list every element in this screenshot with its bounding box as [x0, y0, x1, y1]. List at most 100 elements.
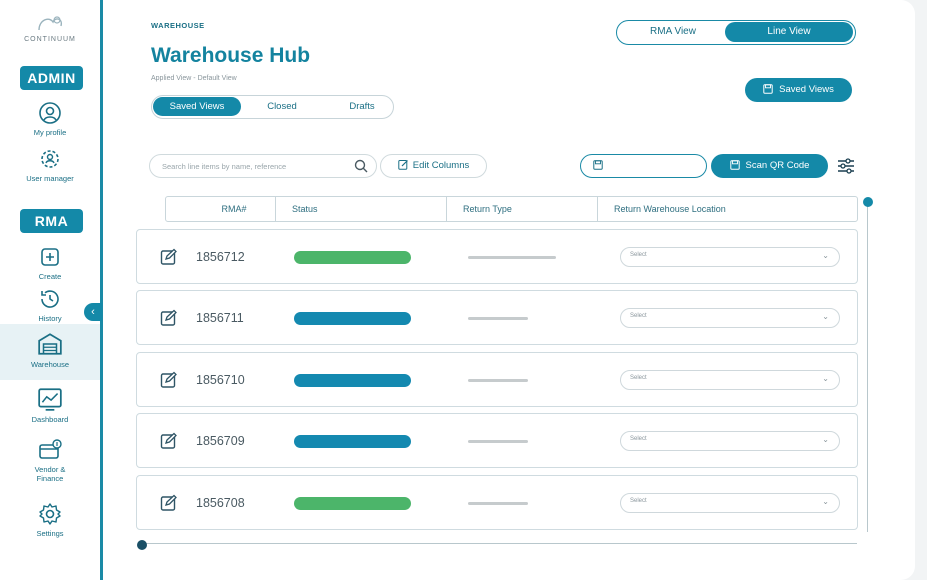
- search-box: [149, 154, 377, 178]
- chevron-down-icon: ⌄: [822, 251, 829, 260]
- select-value: Select: [630, 313, 647, 319]
- edit-icon: [398, 160, 408, 170]
- sidebar-item-create[interactable]: Create: [0, 245, 100, 281]
- edit-icon[interactable]: [160, 309, 178, 327]
- edit-icon[interactable]: [160, 432, 178, 450]
- search-icon[interactable]: [354, 159, 368, 173]
- warehouse-location-select[interactable]: Select ⌄: [620, 431, 840, 451]
- tab-saved-views[interactable]: Saved Views: [153, 97, 241, 116]
- warehouse-location-select[interactable]: Select ⌄: [620, 493, 840, 513]
- plus-square-icon: [41, 248, 59, 266]
- status-indicator: [294, 497, 411, 510]
- status-indicator: [294, 312, 411, 325]
- scan-qr-label: Scan QR Code: [745, 160, 810, 171]
- edit-columns-button[interactable]: Edit Columns: [380, 154, 487, 178]
- sidebar-item-label: User manager: [26, 174, 74, 183]
- horizontal-scrollbar-thumb[interactable]: [137, 540, 147, 550]
- page-title: Warehouse Hub: [151, 44, 311, 67]
- logo: CONTINUUM: [14, 14, 86, 54]
- select-value: Select: [630, 436, 647, 442]
- breadcrumb: WAREHOUSE: [151, 21, 205, 30]
- status-indicator: [294, 435, 411, 448]
- chevron-left-icon: ‹: [91, 306, 95, 318]
- search-input[interactable]: [162, 159, 342, 173]
- rma-number: 1856712: [196, 250, 245, 264]
- tab-drafts[interactable]: Drafts: [332, 97, 392, 116]
- warehouse-location-select[interactable]: Select ⌄: [620, 308, 840, 328]
- saved-views-button[interactable]: Saved Views: [745, 78, 852, 102]
- edit-icon[interactable]: [160, 494, 178, 512]
- user-circle-icon: [39, 102, 61, 124]
- gear-icon: [39, 503, 61, 525]
- vertical-scrollbar-thumb[interactable]: [863, 197, 873, 207]
- vendor-finance-icon: [39, 439, 62, 459]
- sidebar-item-label: Dashboard: [31, 415, 69, 424]
- chevron-down-icon: ⌄: [822, 374, 829, 383]
- tab-closed[interactable]: Closed: [247, 97, 317, 116]
- view-toggle: RMA View Line View: [616, 20, 856, 45]
- rma-number: 1856709: [196, 434, 245, 448]
- save-icon: [763, 84, 773, 94]
- select-value: Select: [630, 498, 647, 504]
- sidebar-item-label: Warehouse: [30, 360, 70, 369]
- chevron-down-icon: ⌄: [822, 497, 829, 506]
- main-panel: WAREHOUSE Warehouse Hub Applied View - D…: [103, 0, 915, 580]
- app-window: CONTINUUM ADMIN My profile User manager …: [0, 0, 927, 580]
- return-type-placeholder: [468, 256, 556, 259]
- rma-view-option[interactable]: RMA View: [619, 22, 727, 42]
- return-type-placeholder: [468, 379, 528, 382]
- sidebar-item-label: My profile: [33, 128, 67, 137]
- rma-number: 1856708: [196, 496, 245, 510]
- filter-sliders-icon[interactable]: [837, 157, 855, 175]
- sidebar-item-label: Settings: [36, 529, 64, 538]
- rma-number: 1856711: [196, 311, 244, 325]
- column-header-return-type[interactable]: Return Type: [446, 197, 597, 221]
- chevron-down-icon: ⌄: [822, 312, 829, 321]
- chevron-down-icon: ⌄: [822, 435, 829, 444]
- return-type-placeholder: [468, 317, 528, 320]
- return-type-placeholder: [468, 502, 528, 505]
- status-indicator: [294, 374, 411, 387]
- edit-icon[interactable]: [160, 248, 178, 266]
- scan-qr-button[interactable]: Scan QR Code: [711, 154, 828, 178]
- table-row[interactable]: 1856709 Select ⌄: [136, 413, 858, 468]
- sidebar-item-label: Create: [38, 272, 62, 281]
- warehouse-location-select[interactable]: Select ⌄: [620, 370, 840, 390]
- sidebar-collapse-button[interactable]: ‹: [84, 303, 102, 321]
- column-header-status[interactable]: Status: [275, 197, 446, 221]
- line-view-option[interactable]: Line View: [725, 22, 853, 42]
- sidebar-item-vendor-finance[interactable]: Vendor & Finance: [0, 438, 100, 483]
- qr-input-field[interactable]: [580, 154, 707, 178]
- warehouse-icon: [38, 333, 62, 355]
- saved-views-label: Saved Views: [779, 84, 834, 95]
- sidebar-item-settings[interactable]: Settings: [0, 502, 100, 538]
- edit-icon[interactable]: [160, 371, 178, 389]
- horizontal-scrollbar-track[interactable]: [141, 543, 857, 544]
- gear-users-icon: [41, 150, 59, 168]
- applied-view-text: Applied View - Default View: [151, 75, 237, 82]
- table-row[interactable]: 1856711 Select ⌄: [136, 290, 858, 345]
- sidebar-item-my-profile[interactable]: My profile: [0, 101, 100, 137]
- table-header: RMA# Status Return Type Return Warehouse…: [165, 196, 858, 222]
- logo-mark-icon: [38, 16, 63, 31]
- return-type-placeholder: [468, 440, 528, 443]
- sidebar-item-dashboard[interactable]: Dashboard: [0, 386, 100, 424]
- rma-section-label: RMA: [20, 209, 83, 233]
- warehouse-location-select[interactable]: Select ⌄: [620, 247, 840, 267]
- save-icon: [729, 160, 740, 170]
- table-row[interactable]: 1856712 Select ⌄: [136, 229, 858, 284]
- vertical-scrollbar-track[interactable]: [867, 202, 868, 532]
- column-header-return-warehouse-location[interactable]: Return Warehouse Location: [597, 197, 857, 221]
- table-row[interactable]: 1856710 Select ⌄: [136, 352, 858, 407]
- status-indicator: [294, 251, 411, 264]
- table-row[interactable]: 1856708 Select ⌄: [136, 475, 858, 530]
- column-header-rma[interactable]: RMA#: [166, 197, 276, 221]
- sidebar: CONTINUUM ADMIN My profile User manager …: [0, 0, 103, 580]
- sidebar-item-user-manager[interactable]: User manager: [0, 147, 100, 183]
- sidebar-item-label: Vendor & Finance: [34, 465, 66, 483]
- edit-columns-label: Edit Columns: [412, 160, 470, 171]
- admin-section-label: ADMIN: [20, 66, 83, 90]
- select-value: Select: [630, 375, 647, 381]
- sidebar-item-warehouse[interactable]: Warehouse: [0, 324, 100, 380]
- view-tabs: Saved Views Closed Drafts: [151, 95, 394, 119]
